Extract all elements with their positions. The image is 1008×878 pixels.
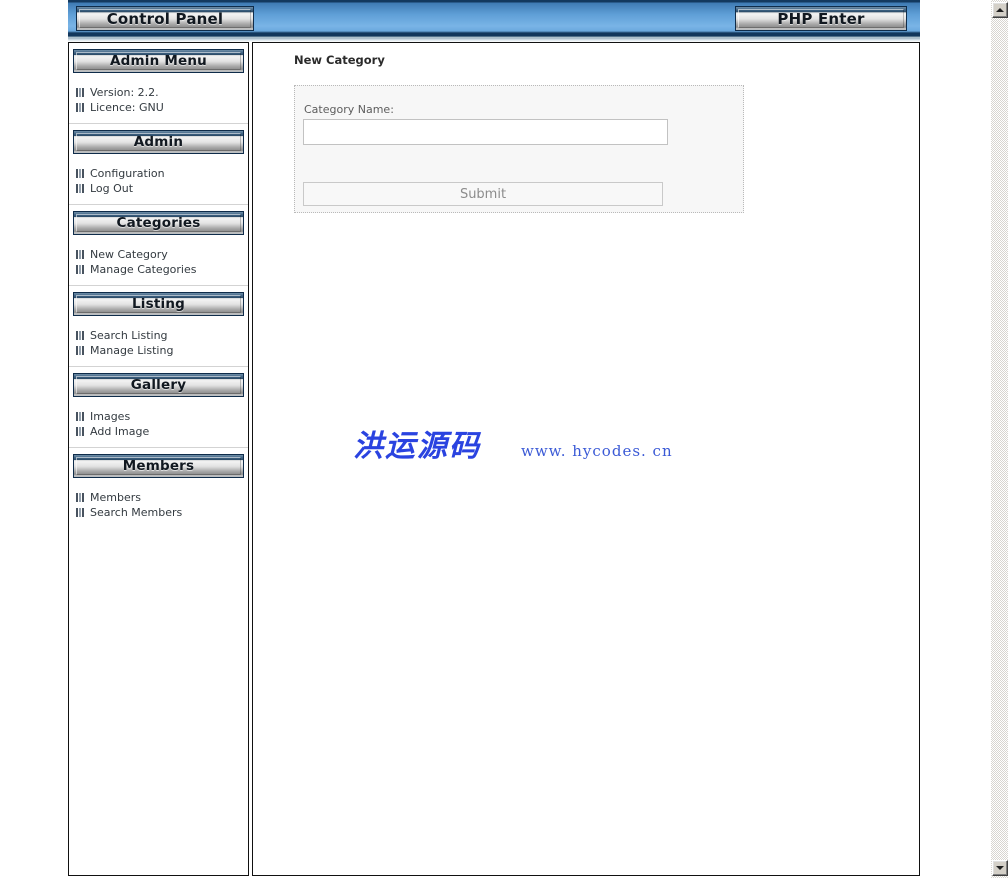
- sidebar-links-categories: New Category Manage Categories: [69, 235, 248, 286]
- sidebar-item-label: Members: [90, 491, 141, 504]
- sidebar-item-search-listing[interactable]: Search Listing: [76, 328, 248, 343]
- sidebar-item-label: Manage Categories: [90, 263, 197, 276]
- scroll-up-arrow-icon: [996, 8, 1004, 12]
- grid-bullet-icon: [76, 331, 85, 340]
- category-name-input[interactable]: [303, 119, 668, 145]
- sidebar-section-members: Members Members Search Members: [69, 454, 248, 528]
- sidebar: Admin Menu Version: 2.2. Licence: GNU Ad…: [68, 42, 249, 876]
- sidebar-header-members[interactable]: Members: [73, 454, 244, 478]
- vertical-scrollbar[interactable]: [990, 0, 1008, 878]
- new-category-form: Category Name: Submit: [294, 85, 744, 213]
- sidebar-header-listing[interactable]: Listing: [73, 292, 244, 316]
- sidebar-item-label: Images: [90, 410, 131, 423]
- grid-bullet-icon: [76, 103, 85, 112]
- sidebar-links-members: Members Search Members: [69, 478, 248, 528]
- watermark-brand: 洪运源码: [353, 429, 481, 464]
- sidebar-item-log-out[interactable]: Log Out: [76, 181, 248, 196]
- scroll-down-arrow-icon: [996, 866, 1004, 870]
- main-layout: Admin Menu Version: 2.2. Licence: GNU Ad…: [68, 42, 920, 876]
- sidebar-section-listing: Listing Search Listing Manage Listing: [69, 292, 248, 367]
- watermark-url: www. hycodes. cn: [521, 442, 673, 460]
- scroll-down-button[interactable]: [992, 860, 1008, 876]
- submit-button[interactable]: Submit: [303, 182, 663, 206]
- grid-bullet-icon: [76, 88, 85, 97]
- sidebar-item-label: Configuration: [90, 167, 165, 180]
- control-panel-button-label: Control Panel: [106, 9, 224, 28]
- sidebar-section-admin: Admin Configuration Log Out: [69, 130, 248, 205]
- sidebar-item-label: Log Out: [90, 182, 134, 195]
- sidebar-item-label: Search Listing: [90, 329, 168, 342]
- sidebar-section-gallery: Gallery Images Add Image: [69, 373, 248, 448]
- sidebar-item-members[interactable]: Members: [76, 490, 248, 505]
- sidebar-item-manage-categories[interactable]: Manage Categories: [76, 262, 248, 277]
- sidebar-header-label: Categories: [116, 215, 201, 231]
- php-enter-button-label: PHP Enter: [777, 9, 865, 28]
- sidebar-item-manage-listing[interactable]: Manage Listing: [76, 343, 248, 358]
- sidebar-links-listing: Search Listing Manage Listing: [69, 316, 248, 367]
- page-title: New Category: [294, 53, 385, 67]
- sidebar-header-gallery[interactable]: Gallery: [73, 373, 244, 397]
- sidebar-item-licence: Licence: GNU: [76, 100, 248, 115]
- sidebar-item-label: Search Members: [90, 506, 183, 519]
- grid-bullet-icon: [76, 250, 85, 259]
- control-panel-button[interactable]: Control Panel: [76, 6, 254, 31]
- sidebar-item-version: Version: 2.2.: [76, 85, 248, 100]
- sidebar-item-label: Version: 2.2.: [90, 86, 159, 99]
- grid-bullet-icon: [76, 508, 85, 517]
- sidebar-header-admin[interactable]: Admin: [73, 130, 244, 154]
- sidebar-header-label: Members: [122, 458, 195, 474]
- sidebar-links-admin: Configuration Log Out: [69, 154, 248, 205]
- sidebar-section-admin-menu: Admin Menu Version: 2.2. Licence: GNU: [69, 49, 248, 124]
- sidebar-header-label: Listing: [131, 296, 186, 312]
- sidebar-header-label: Gallery: [130, 377, 187, 393]
- sidebar-section-categories: Categories New Category Manage Categorie…: [69, 211, 248, 286]
- content-pane: New Category Category Name: Submit 洪运源码 …: [252, 42, 920, 876]
- sidebar-item-label: Add Image: [90, 425, 150, 438]
- grid-bullet-icon: [76, 184, 85, 193]
- sidebar-links-gallery: Images Add Image: [69, 397, 248, 448]
- sidebar-item-label: New Category: [90, 248, 168, 261]
- watermark: 洪运源码 www. hycodes. cn: [353, 421, 673, 465]
- sidebar-item-images[interactable]: Images: [76, 409, 248, 424]
- sidebar-item-label: Licence: GNU: [90, 101, 164, 114]
- sidebar-item-label: Manage Listing: [90, 344, 174, 357]
- category-name-label: Category Name:: [304, 103, 394, 116]
- grid-bullet-icon: [76, 265, 85, 274]
- php-enter-button[interactable]: PHP Enter: [735, 6, 907, 31]
- sidebar-links-admin-menu: Version: 2.2. Licence: GNU: [69, 73, 248, 124]
- grid-bullet-icon: [76, 412, 85, 421]
- sidebar-item-configuration[interactable]: Configuration: [76, 166, 248, 181]
- grid-bullet-icon: [76, 493, 85, 502]
- sidebar-item-new-category[interactable]: New Category: [76, 247, 248, 262]
- sidebar-item-search-members[interactable]: Search Members: [76, 505, 248, 520]
- grid-bullet-icon: [76, 169, 85, 178]
- sidebar-header-label: Admin: [133, 134, 184, 150]
- grid-bullet-icon: [76, 427, 85, 436]
- app-window: Control Panel PHP Enter Admin Menu Versi…: [0, 0, 1008, 878]
- sidebar-header-categories[interactable]: Categories: [73, 211, 244, 235]
- scroll-up-button[interactable]: [992, 2, 1008, 18]
- sidebar-header-admin-menu[interactable]: Admin Menu: [73, 49, 244, 73]
- sidebar-header-label: Admin Menu: [110, 53, 207, 69]
- sidebar-item-add-image[interactable]: Add Image: [76, 424, 248, 439]
- grid-bullet-icon: [76, 346, 85, 355]
